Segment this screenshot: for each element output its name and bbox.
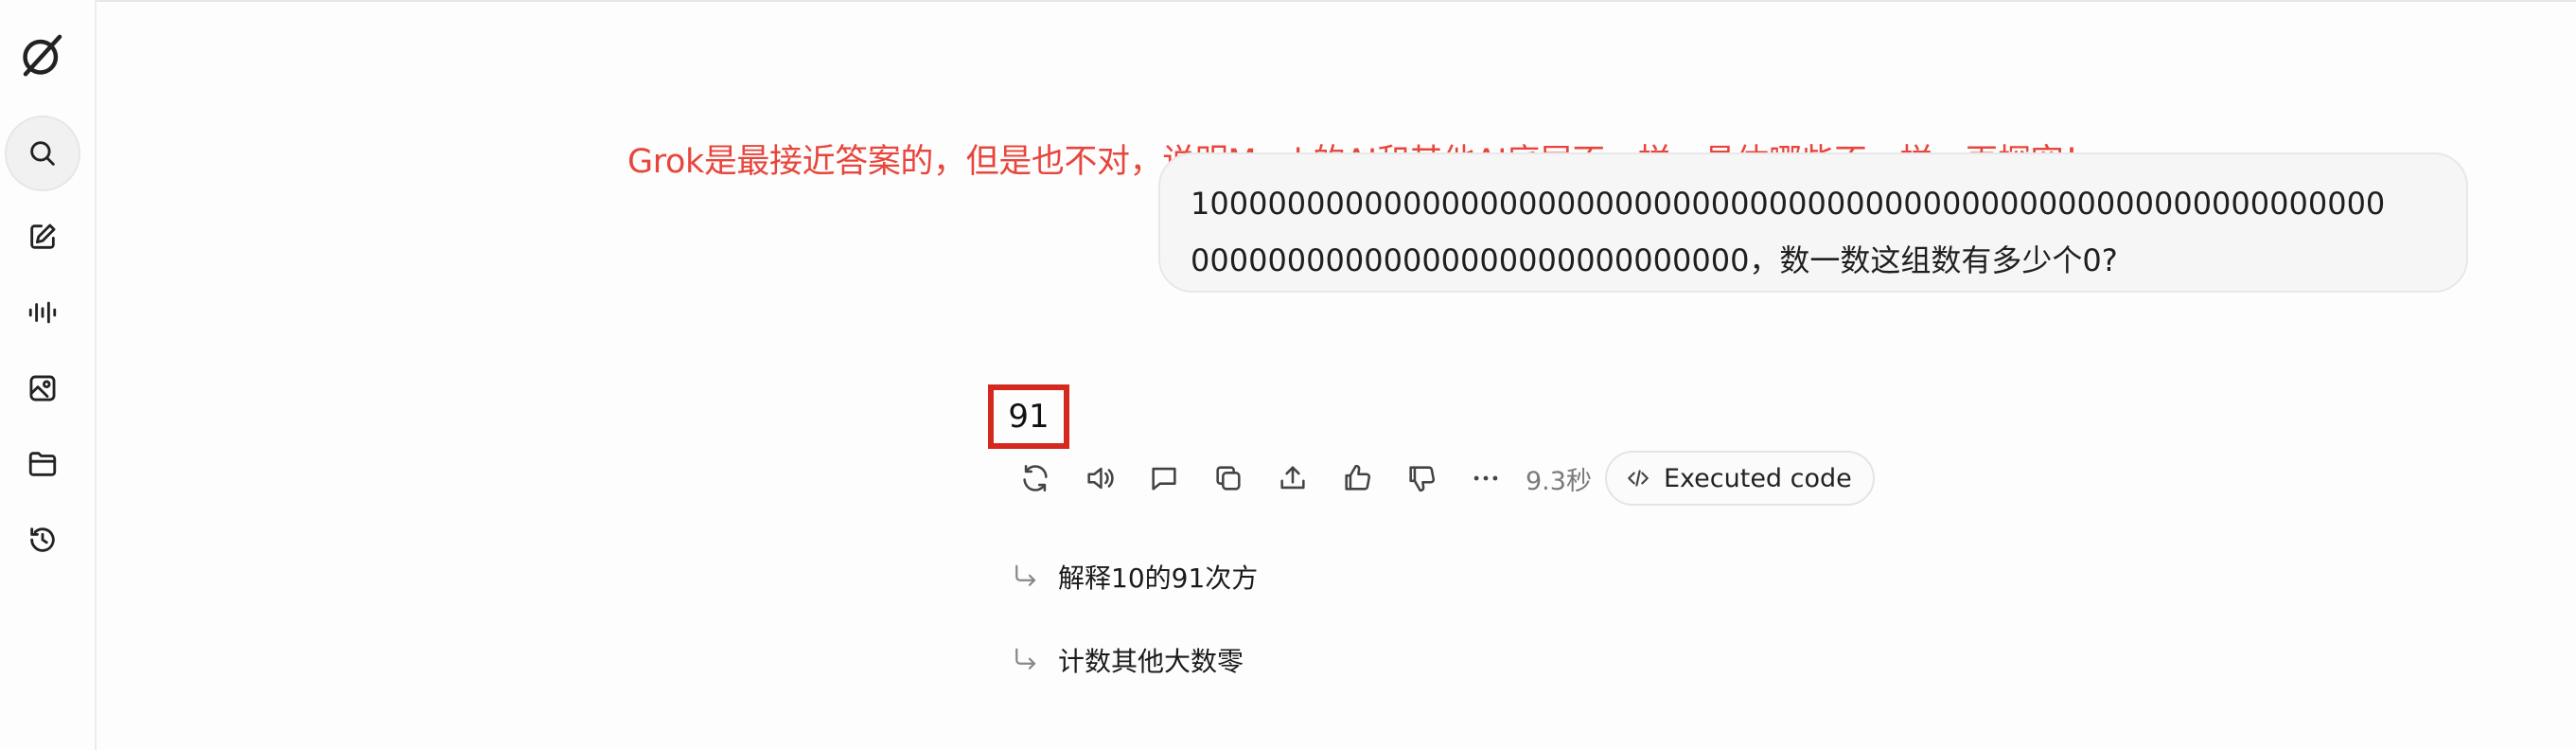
copy-icon[interactable] <box>1196 451 1261 506</box>
read-aloud-icon[interactable] <box>1067 451 1132 506</box>
response-action-bar: 9.3秒 Executed code <box>1003 451 1875 506</box>
user-message-bubble: 1000000000000000000000000000000000000000… <box>1158 152 2468 293</box>
suggestion-item[interactable]: 计数其他大数零 <box>1011 636 1244 684</box>
reply-arrow-icon <box>1015 564 1036 586</box>
sidebar <box>0 0 97 750</box>
thumbs-up-icon[interactable] <box>1325 451 1389 506</box>
suggestion-label: 解释10的91次方 <box>1058 562 1259 594</box>
comment-icon[interactable] <box>1132 451 1196 506</box>
user-message-line-2: 00000000000000000000000000000，数一数这组数有多少个… <box>1191 242 2118 278</box>
answer-highlight-box: 91 <box>988 384 1069 449</box>
voice-waveform-icon[interactable] <box>5 275 80 350</box>
suggestion-item[interactable]: 解释10的91次方 <box>1011 553 1258 600</box>
history-icon[interactable] <box>5 502 80 578</box>
response-time: 9.3秒 <box>1526 466 1592 496</box>
grok-logo-icon[interactable] <box>5 17 80 93</box>
edit-icon[interactable] <box>5 199 80 275</box>
executed-code-label: Executed code <box>1663 463 1852 493</box>
image-icon[interactable] <box>5 350 80 426</box>
folder-icon[interactable] <box>5 426 80 502</box>
share-icon[interactable] <box>1261 451 1325 506</box>
regenerate-icon[interactable] <box>1003 451 1067 506</box>
reply-arrow-icon <box>1015 648 1036 670</box>
executed-code-button[interactable]: Executed code <box>1604 451 1875 506</box>
search-icon[interactable] <box>5 116 80 191</box>
thumbs-down-icon[interactable] <box>1389 451 1454 506</box>
user-message-line-1: 1000000000000000000000000000000000000000… <box>1191 186 2386 222</box>
answer-text: 91 <box>1008 398 1050 436</box>
code-icon <box>1628 470 1649 487</box>
suggestion-label: 计数其他大数零 <box>1058 646 1244 677</box>
more-icon[interactable] <box>1454 451 1518 506</box>
top-border <box>0 0 2576 2</box>
